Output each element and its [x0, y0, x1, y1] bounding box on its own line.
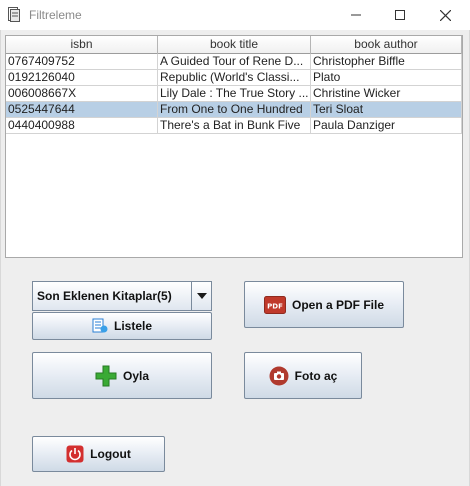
cell-book-title: Republic (World's Classi...	[158, 70, 311, 86]
pdf-icon: PDF	[263, 295, 286, 314]
books-table[interactable]: isbn book title book author 0767409752 A…	[5, 35, 463, 258]
cell-book-title: There's a Bat in Bunk Five	[158, 118, 311, 134]
table-row[interactable]: 0440400988 There's a Bat in Bunk Five Pa…	[6, 118, 462, 134]
table-row-selected[interactable]: 0525447644 From One to One Hundred Teri …	[6, 102, 462, 118]
document-icon	[8, 7, 20, 22]
column-header-book-author[interactable]: book author	[311, 36, 462, 54]
open-pdf-label: Open a PDF File	[291, 297, 384, 312]
list-icon	[92, 318, 108, 334]
cell-isbn: 0440400988	[6, 118, 158, 134]
title-bar: Filtreleme	[0, 0, 470, 30]
dropdown-selected-value: Son Eklenen Kitaplar(5)	[37, 289, 172, 303]
table-body: 0767409752 A Guided Tour of Rene D... Ch…	[6, 54, 462, 134]
table-row[interactable]: 0767409752 A Guided Tour of Rene D... Ch…	[6, 54, 462, 70]
foto-ac-label: Foto aç	[294, 368, 338, 383]
plus-icon	[95, 365, 117, 387]
window-title: Filtreleme	[29, 8, 82, 22]
oyla-button[interactable]: Oyla	[32, 352, 212, 399]
cell-book-title: A Guided Tour of Rene D...	[158, 54, 311, 70]
chevron-down-icon[interactable]	[191, 282, 211, 310]
listele-label: Listele	[113, 319, 152, 333]
power-icon	[66, 445, 84, 463]
logout-label: Logout	[90, 447, 131, 461]
cell-isbn: 0767409752	[6, 54, 158, 70]
cell-isbn: 0192126040	[6, 70, 158, 86]
cell-book-author: Christine Wicker	[311, 86, 462, 102]
oyla-label: Oyla	[122, 368, 149, 383]
cell-book-author: Teri Sloat	[311, 102, 462, 118]
content-panel: isbn book title book author 0767409752 A…	[0, 30, 470, 486]
maximize-button[interactable]	[377, 0, 423, 30]
close-button[interactable]	[422, 0, 468, 30]
table-row[interactable]: 006008667X Lily Dale : The True Story ..…	[6, 86, 462, 102]
cell-book-author: Christopher Biffle	[311, 54, 462, 70]
table-header: isbn book title book author	[6, 36, 462, 54]
foto-ac-button[interactable]: Foto aç	[244, 352, 362, 399]
table-row[interactable]: 0192126040 Republic (World's Classi... P…	[6, 70, 462, 86]
cell-book-author: Plato	[311, 70, 462, 86]
logout-button[interactable]: Logout	[32, 436, 165, 472]
cell-book-title: From One to One Hundred	[158, 102, 311, 118]
column-header-book-title[interactable]: book title	[158, 36, 311, 54]
cell-book-author: Paula Danziger	[311, 118, 462, 134]
cell-book-title: Lily Dale : The True Story ...	[158, 86, 311, 102]
minimize-button[interactable]	[333, 0, 379, 30]
cell-isbn: 0525447644	[6, 102, 158, 118]
cell-isbn: 006008667X	[6, 86, 158, 102]
camera-icon	[269, 366, 289, 386]
column-header-isbn[interactable]: isbn	[6, 36, 158, 54]
open-pdf-button[interactable]: PDF Open a PDF File	[244, 281, 404, 328]
listele-button[interactable]: Listele	[32, 312, 212, 340]
svg-text:PDF: PDF	[267, 302, 283, 310]
book-filter-dropdown[interactable]: Son Eklenen Kitaplar(5)	[32, 281, 212, 311]
